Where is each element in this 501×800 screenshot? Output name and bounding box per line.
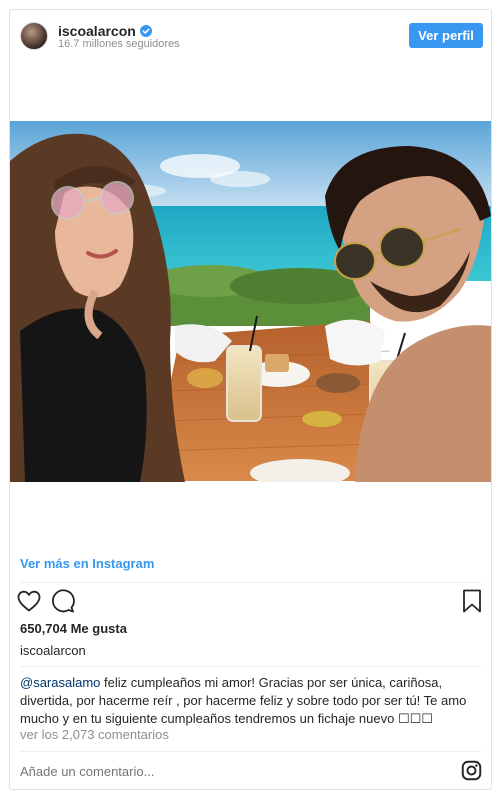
verified-badge-icon [139, 25, 152, 37]
likes-count[interactable]: 650,704 Me gusta [20, 621, 127, 636]
comment-bubble-icon[interactable] [50, 588, 76, 614]
post-image [10, 121, 491, 482]
add-comment-input[interactable] [20, 764, 440, 779]
view-comments-link[interactable]: ver los 2,073 comentarios [20, 727, 169, 742]
avatar[interactable] [20, 22, 48, 50]
post-caption: @sarasalamo feliz cumpleaños mi amor! Gr… [20, 674, 485, 728]
bookmark-icon[interactable] [459, 588, 485, 614]
post-photo[interactable] [10, 121, 491, 482]
post-header: iscoalarcon 16.7 millones seguidores Ver… [10, 10, 491, 64]
divider [20, 666, 481, 667]
post-actions [16, 588, 485, 616]
divider [20, 582, 481, 583]
see-more-on-instagram-link[interactable]: Ver más en Instagram [20, 556, 154, 571]
username-row: iscoalarcon [58, 23, 152, 39]
post-owner-username[interactable]: iscoalarcon [20, 643, 86, 658]
instagram-embed-card: iscoalarcon 16.7 millones seguidores Ver… [9, 9, 492, 790]
caption-mention-link[interactable]: @sarasalamo [20, 675, 100, 690]
view-profile-button[interactable]: Ver perfil [409, 23, 483, 48]
username[interactable]: iscoalarcon [58, 23, 136, 39]
instagram-icon[interactable] [461, 760, 482, 781]
followers-count: 16.7 millones seguidores [58, 38, 180, 50]
divider [20, 751, 481, 752]
heart-icon[interactable] [16, 588, 42, 614]
